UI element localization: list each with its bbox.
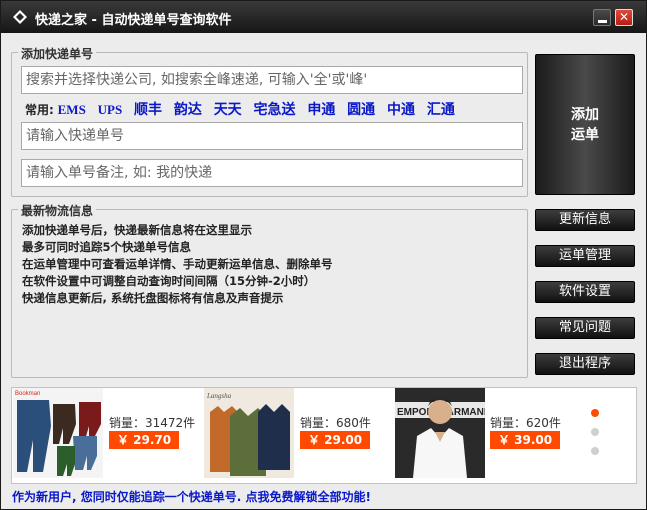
exit-button[interactable]: 退出程序 (535, 353, 635, 375)
logistics-info-legend: 最新物流信息 (18, 202, 97, 219)
carrier-link-shentong[interactable]: 申通 (307, 102, 335, 118)
shorts-image: Bookman (13, 388, 103, 478)
carousel-dot-1[interactable] (591, 409, 599, 417)
product-image-shorts[interactable]: Bookman (13, 388, 103, 478)
carrier-link-yunda[interactable]: 韵达 (174, 102, 202, 118)
info-line: 快递信息更新后, 系统托盘图标将有信息及声音提示 (22, 291, 284, 305)
tanktops-image: Langsha (204, 388, 294, 478)
info-line: 添加快递单号后，快递最新信息将在这里显示 (22, 223, 252, 237)
info-line: 在运单管理中可查看运单详情、手动更新运单信息、删除单号 (22, 257, 333, 271)
carrier-link-tiantian[interactable]: 天天 (214, 102, 242, 118)
man-shirt-image: EMPORIO ARMANI (395, 388, 485, 478)
app-window: 快递之家 - 自动快递单号查询软件 ✕ 添加快递单号 搜索并选择快递公司, 如搜… (0, 0, 647, 510)
software-settings-button[interactable]: 软件设置 (535, 281, 635, 303)
common-carriers-row: 常用: EMS UPS 顺丰 韵达 天天 宅急送 申通 圆通 中通 汇通 (25, 99, 525, 119)
minimize-button[interactable] (593, 9, 611, 26)
window-title: 快递之家 - 自动快递单号查询软件 (35, 13, 232, 28)
carrier-link-shunfeng[interactable]: 顺丰 (134, 102, 162, 118)
carrier-link-zhaijisong[interactable]: 宅急送 (254, 102, 296, 118)
carrier-link-ups[interactable]: UPS (98, 102, 123, 117)
unlock-notice-link[interactable]: 作为新用户, 您同时仅能追踪一个快递单号. 点我免费解锁全部功能! (12, 488, 371, 505)
ad-brand-logo: Langsha (206, 392, 232, 400)
tracking-number-input[interactable]: 请输入快递单号 (21, 122, 523, 150)
carrier-link-ems[interactable]: EMS (58, 102, 86, 117)
waybill-manage-button[interactable]: 运单管理 (535, 245, 635, 267)
close-button[interactable]: ✕ (615, 9, 633, 26)
ad-brand-logo: Bookman (15, 391, 40, 397)
product-price[interactable]: ￥ 29.00 (300, 431, 371, 449)
common-carriers-label: 常用: (25, 103, 54, 117)
carrier-link-huitong[interactable]: 汇通 (427, 102, 455, 118)
info-line: 最多可同时追踪5个快递单号信息 (22, 240, 191, 254)
product-price[interactable]: ￥ 39.00 (490, 431, 561, 449)
faq-button[interactable]: 常见问题 (535, 317, 635, 339)
add-waybill-label-line2: 运单 (571, 126, 599, 143)
product-price[interactable]: ￥ 29.70 (109, 431, 180, 449)
product-sales: 销量：680件 (300, 416, 371, 430)
product-image-man-shirt[interactable]: EMPORIO ARMANI (395, 388, 485, 478)
info-line: 在软件设置中可调整自动查询时间间隔（15分钟-2小时） (22, 274, 316, 288)
add-tracking-legend: 添加快递单号 (18, 45, 97, 62)
carousel-dot-2[interactable] (591, 428, 599, 436)
tracking-note-input[interactable]: 请输入单号备注, 如: 我的快递 (21, 159, 523, 187)
add-waybill-label-line1: 添加 (571, 106, 599, 123)
product-sales: 销量：620件 (490, 416, 561, 430)
ad-carousel[interactable]: Bookman Langsha EMPORIO ARMANI 销量：31472件… (11, 387, 637, 484)
carrier-link-yuantong[interactable]: 圆通 (347, 102, 375, 118)
app-diamond-icon (13, 10, 27, 24)
carrier-link-zhongtong[interactable]: 中通 (387, 102, 415, 118)
product-image-tanktops[interactable]: Langsha (204, 388, 294, 478)
add-waybill-button[interactable]: 添加 运单 (535, 54, 635, 195)
title-bar[interactable]: 快递之家 - 自动快递单号查询软件 ✕ (1, 1, 646, 33)
carousel-dot-3[interactable] (591, 447, 599, 455)
product-sales: 销量：31472件 (109, 416, 196, 430)
logistics-info-text: 添加快递单号后，快递最新信息将在这里显示 最多可同时追踪5个快递单号信息 在运单… (22, 222, 522, 307)
update-info-button[interactable]: 更新信息 (535, 209, 635, 231)
courier-search-input[interactable]: 搜索并选择快递公司, 如搜索全峰速递, 可输入'全'或'峰' (21, 66, 523, 94)
